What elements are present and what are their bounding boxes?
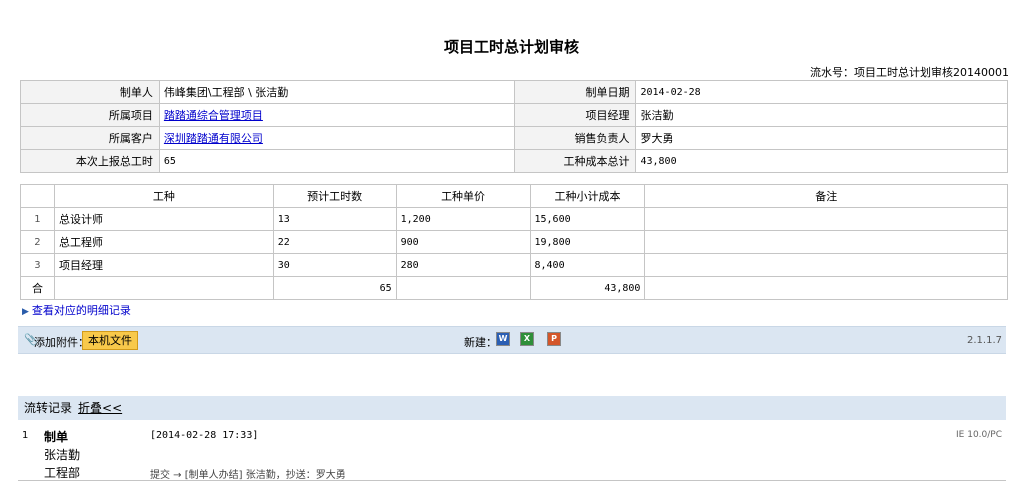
row-index: 3 — [20, 253, 55, 277]
pm-label: 项目经理 — [513, 103, 637, 127]
cell-note — [644, 230, 1008, 254]
cell-type: 总设计师 — [53, 207, 274, 231]
creator-value: 伟峰集团\工程部 \ 张洁勤 — [158, 80, 515, 104]
row-index: 2 — [20, 230, 55, 254]
fold-link[interactable]: 折叠<< — [78, 401, 122, 415]
word-icon[interactable]: W — [496, 332, 510, 346]
header-hours: 预计工时数 — [272, 184, 397, 208]
flow-header: 流转记录 折叠<< — [18, 396, 1006, 420]
record-user: 张洁勤 — [44, 448, 81, 462]
cell-type: 总工程师 — [53, 230, 274, 254]
cell-subtotal: 15,600 — [529, 207, 646, 231]
project-label: 所属项目 — [20, 103, 160, 127]
info-table: 制单人 伟峰集团\工程部 \ 张洁勤 制单日期 2014-02-28 所属项目 … — [20, 80, 1008, 173]
cell-type: 项目经理 — [53, 253, 274, 277]
customer-label: 所属客户 — [20, 126, 160, 150]
table-row: 2 总工程师 22 900 19,800 — [20, 230, 1008, 254]
excel-icon[interactable]: X — [520, 332, 534, 346]
header-note: 备注 — [644, 184, 1008, 208]
local-file-button[interactable]: 本机文件 — [82, 331, 138, 350]
record-action: 制单 — [44, 430, 69, 444]
view-details-label: 查看对应的明细记录 — [31, 304, 131, 317]
total-hours: 65 — [272, 276, 397, 300]
powerpoint-icon[interactable]: P — [547, 332, 561, 346]
sales-label: 销售负责人 — [513, 126, 637, 150]
total-label: 合 — [20, 276, 55, 300]
cell-price: 1,200 — [395, 207, 531, 231]
flow-title: 流转记录 — [24, 401, 73, 415]
header-subtotal: 工种小计成本 — [529, 184, 646, 208]
cell-hours: 13 — [272, 207, 397, 231]
record-time: [2014-02-28 17:33] — [150, 430, 259, 441]
customer-link[interactable]: 深圳踏踏通有限公司 — [164, 132, 263, 145]
total-row: 合 65 43,800 — [20, 276, 1008, 300]
attachment-label: 添加附件： — [34, 336, 89, 349]
date-label: 制单日期 — [513, 80, 637, 104]
record-browser: IE 10.0/PC — [956, 430, 1002, 440]
serial-number: 流水号：项目工时总计划审核20140001 — [810, 66, 1009, 79]
detail-table: 工种 预计工时数 工种单价 工种小计成本 备注 1 总设计师 13 1,200 … — [20, 184, 1008, 300]
creator-label: 制单人 — [20, 80, 160, 104]
new-label: 新建： — [464, 336, 497, 349]
table-row: 3 项目经理 30 280 8,400 — [20, 253, 1008, 277]
cell-note — [644, 207, 1008, 231]
view-details-link[interactable]: ▶ 查看对应的明细记录 — [22, 302, 131, 318]
header-price: 工种单价 — [395, 184, 531, 208]
row-index: 1 — [20, 207, 55, 231]
cost-label: 工种成本总计 — [513, 149, 637, 173]
record-note: 提交 → [制单人办结] 张洁勤，抄送：罗大勇 — [150, 470, 346, 481]
record-dept: 工程部 — [44, 466, 81, 480]
page-title: 项目工时总计划审核 — [443, 38, 579, 56]
cell-subtotal: 19,800 — [529, 230, 646, 254]
header-type: 工种 — [53, 184, 274, 208]
pm-value: 张洁勤 — [635, 103, 1008, 127]
cell-price: 900 — [395, 230, 531, 254]
version-label: 2.1.1.7 — [967, 335, 1002, 346]
project-link[interactable]: 踏踏通综合管理项目 — [164, 109, 263, 122]
attachment-bar: 📎 添加附件： 本机文件 新建： W X P 2.1.1.7 — [18, 326, 1006, 354]
record-number: 1 — [22, 430, 29, 441]
cell-hours: 22 — [272, 230, 397, 254]
total-cost: 43,800 — [529, 276, 646, 300]
triangle-right-icon: ▶ — [22, 307, 29, 317]
detail-header-row: 工种 预计工时数 工种单价 工种小计成本 备注 — [20, 184, 1008, 208]
flow-record: 1 制单 张洁勤 工程部 [2014-02-28 17:33] 提交 → [制单… — [18, 422, 1006, 481]
cell-subtotal: 8,400 — [529, 253, 646, 277]
cell-price: 280 — [395, 253, 531, 277]
date-value: 2014-02-28 — [635, 80, 1008, 104]
cell-note — [644, 253, 1008, 277]
hours-value: 65 — [158, 149, 515, 173]
cost-value: 43,800 — [635, 149, 1008, 173]
table-row: 1 总设计师 13 1,200 15,600 — [20, 207, 1008, 231]
hours-label: 本次上报总工时 — [20, 149, 160, 173]
cell-hours: 30 — [272, 253, 397, 277]
sales-value: 罗大勇 — [635, 126, 1008, 150]
